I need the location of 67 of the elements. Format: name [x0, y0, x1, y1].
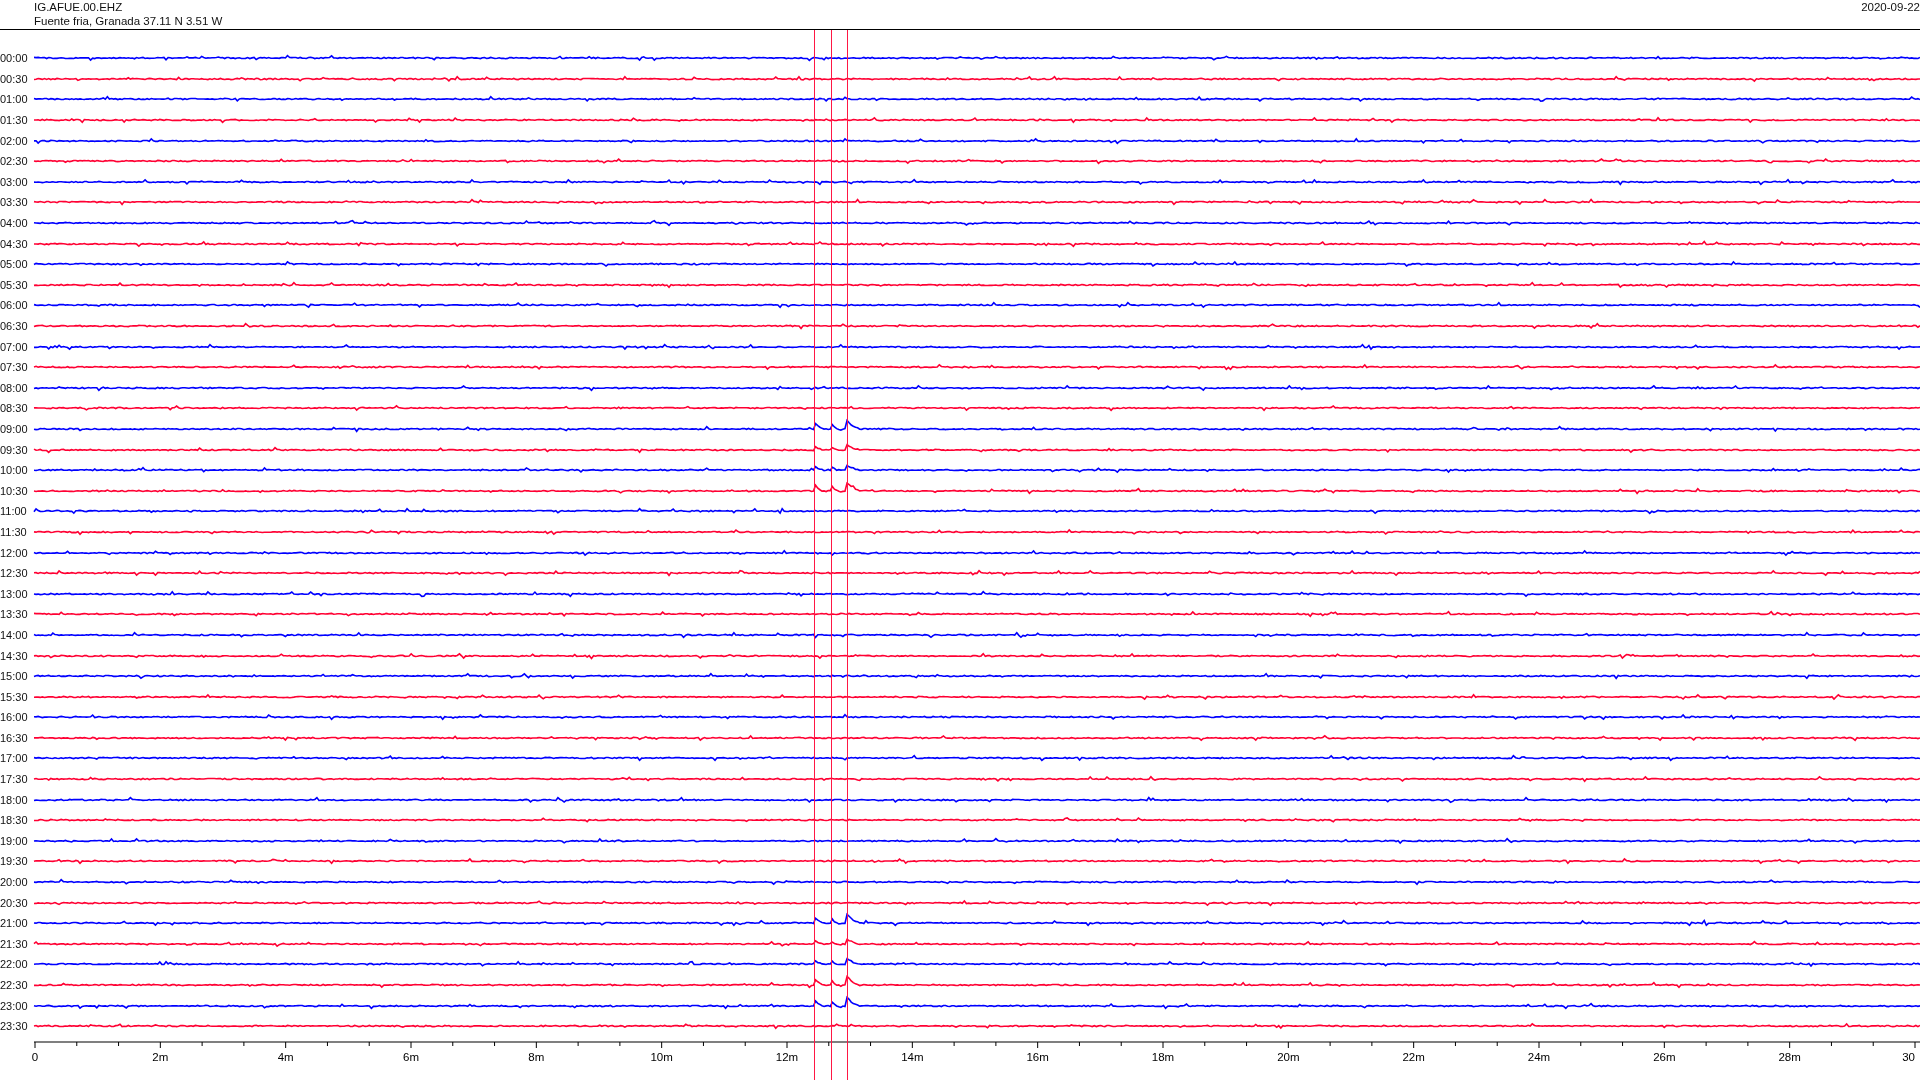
axis-tick-label: 28m [1778, 1050, 1801, 1063]
time-label: 05:00 [0, 258, 29, 271]
time-label: 08:30 [0, 402, 29, 415]
time-label: 13:30 [0, 608, 29, 621]
time-label: 05:30 [0, 278, 29, 291]
time-label: 09:00 [0, 423, 29, 435]
time-label: 03:00 [0, 175, 29, 188]
time-label: 12:00 [0, 546, 29, 559]
time-label: 02:00 [0, 134, 29, 147]
time-label: 15:30 [0, 690, 29, 703]
time-label: 19:30 [0, 855, 29, 868]
axis-tick-label: 30 [1902, 1050, 1915, 1063]
time-label: 13:00 [0, 587, 29, 600]
time-label: 17:30 [0, 773, 29, 786]
time-label: 19:00 [0, 834, 29, 847]
axis-tick-label: 6m [403, 1050, 419, 1063]
time-label: 11:00 [0, 505, 28, 518]
time-label: 08:00 [0, 381, 29, 394]
time-label: 14:00 [0, 628, 29, 641]
time-label: 07:30 [0, 361, 29, 374]
time-label: 16:00 [0, 711, 29, 724]
axis-tick-label: 20m [1277, 1050, 1300, 1063]
time-label: 04:30 [0, 237, 29, 250]
time-label: 14:30 [0, 649, 29, 662]
axis-tick-label: 24m [1527, 1050, 1551, 1063]
axis-tick-label: 8m [528, 1050, 545, 1063]
time-label: 01:30 [0, 114, 29, 127]
time-label: 02:30 [0, 155, 29, 168]
time-label: 16:30 [0, 731, 29, 744]
time-label: 03:30 [0, 196, 29, 209]
time-label: 20:30 [0, 896, 29, 909]
axis-tick-label: 16m [1026, 1050, 1049, 1063]
time-label: 01:00 [0, 93, 29, 106]
time-label: 21:00 [0, 917, 29, 930]
time-label: 15:00 [0, 670, 29, 683]
time-label: 22:30 [0, 979, 29, 991]
axis-tick-label: 12m [775, 1050, 799, 1063]
time-label: 20:00 [0, 876, 29, 889]
axis-tick-label: 14m [901, 1050, 924, 1063]
station-location: Fuente fria, Granada 37.11 N 3.51 W [34, 14, 223, 28]
time-label: 21:30 [0, 937, 29, 950]
time-label: 00:30 [0, 72, 29, 85]
time-label: 10:00 [0, 464, 29, 477]
axis-tick-label: 2m [152, 1050, 169, 1063]
time-label: 07:00 [0, 340, 29, 353]
time-label: 06:00 [0, 299, 29, 312]
plot-date: 2020-09-22 [1861, 0, 1920, 14]
station-code: IG.AFUE.00.EHZ [34, 0, 124, 14]
time-label: 18:30 [0, 814, 29, 827]
time-label: 09:30 [0, 443, 29, 456]
axis-tick-label: 18m [1151, 1050, 1175, 1063]
time-label: 22:00 [0, 958, 29, 971]
time-label: 04:00 [0, 217, 29, 230]
time-label: 11:30 [0, 525, 28, 538]
axis-tick-label: 0 [31, 1050, 39, 1063]
time-label: 06:30 [0, 320, 29, 332]
axis-tick-label: 10m [650, 1050, 673, 1063]
time-label: 10:30 [0, 484, 29, 497]
time-label: 23:00 [0, 999, 29, 1012]
time-label: 18:00 [0, 793, 29, 806]
axis-tick-label: 26m [1653, 1050, 1676, 1063]
time-label: 23:30 [0, 1020, 29, 1033]
time-label: 00:00 [0, 52, 29, 65]
time-label: 12:30 [0, 567, 29, 580]
axis-tick-label: 22m [1402, 1050, 1425, 1063]
time-label: 17:00 [0, 752, 29, 765]
axis-tick-label: 4m [277, 1050, 294, 1063]
